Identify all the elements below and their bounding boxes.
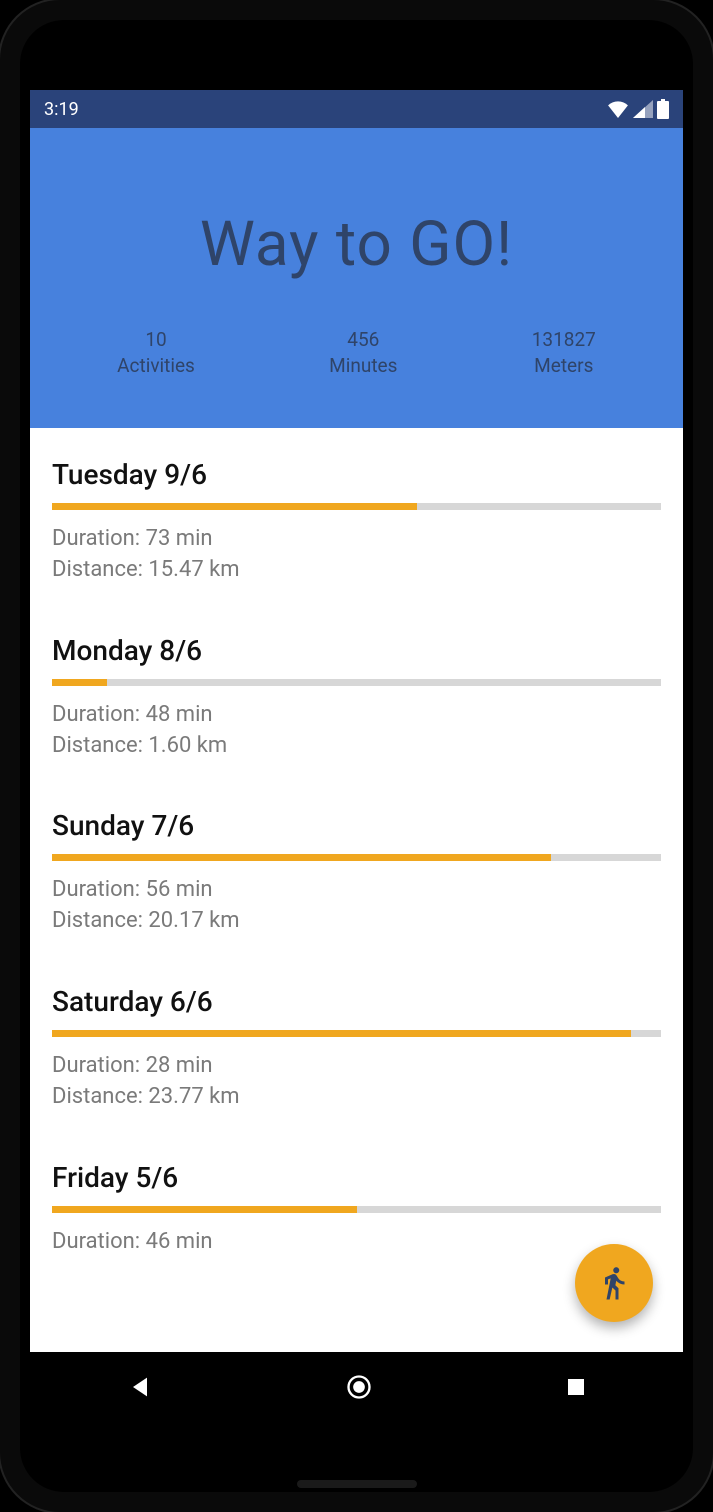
wifi-icon: [607, 100, 629, 118]
cell-signal-icon: [633, 100, 653, 118]
progress-bar: [52, 1030, 661, 1037]
stat-minutes: 456 Minutes: [329, 327, 397, 378]
activity-item[interactable]: Saturday 6/6 Duration: 28 min Distance: …: [52, 955, 661, 1131]
recents-button[interactable]: [564, 1375, 588, 1399]
activity-meta: Duration: 46 min: [52, 1227, 661, 1258]
status-icons: [607, 99, 669, 119]
activity-item[interactable]: Friday 5/6 Duration: 46 min: [52, 1131, 661, 1276]
stat-value: 131827: [532, 327, 596, 353]
stat-meters: 131827 Meters: [532, 327, 596, 378]
system-nav-bar: [30, 1352, 683, 1422]
activity-distance: Distance: 23.77 km: [52, 1082, 661, 1113]
progress-bar: [52, 503, 661, 510]
activity-title: Saturday 6/6: [52, 985, 661, 1018]
activity-duration: Duration: 56 min: [52, 875, 661, 906]
home-button[interactable]: [345, 1373, 373, 1401]
activity-duration: Duration: 48 min: [52, 700, 661, 731]
device-speaker-bottom: [297, 1480, 417, 1488]
activity-distance: Distance: 15.47 km: [52, 555, 661, 586]
activity-distance: Distance: 20.17 km: [52, 906, 661, 937]
status-time: 3:19: [44, 99, 79, 120]
activity-duration: Duration: 46 min: [52, 1227, 661, 1258]
header-title: Way to GO!: [50, 208, 663, 281]
progress-fill: [52, 1030, 631, 1037]
stat-label: Meters: [532, 353, 596, 379]
summary-header: Way to GO! 10 Activities 456 Minutes 131…: [30, 128, 683, 428]
progress-fill: [52, 854, 551, 861]
activity-title: Friday 5/6: [52, 1161, 661, 1194]
activity-distance: Distance: 1.60 km: [52, 731, 661, 762]
progress-fill: [52, 679, 107, 686]
start-activity-fab[interactable]: [575, 1244, 653, 1322]
activity-title: Tuesday 9/6: [52, 458, 661, 491]
activity-meta: Duration: 73 min Distance: 15.47 km: [52, 524, 661, 586]
stat-label: Activities: [117, 353, 195, 379]
activity-title: Sunday 7/6: [52, 809, 661, 842]
activity-duration: Duration: 28 min: [52, 1051, 661, 1082]
stat-activities: 10 Activities: [117, 327, 195, 378]
progress-fill: [52, 503, 417, 510]
progress-fill: [52, 1206, 357, 1213]
stat-label: Minutes: [329, 353, 397, 379]
back-button[interactable]: [126, 1373, 154, 1401]
activity-item[interactable]: Tuesday 9/6 Duration: 73 min Distance: 1…: [52, 428, 661, 604]
battery-icon: [657, 99, 669, 119]
activity-item[interactable]: Sunday 7/6 Duration: 56 min Distance: 20…: [52, 779, 661, 955]
stats-row: 10 Activities 456 Minutes 131827 Meters: [50, 327, 663, 378]
progress-bar: [52, 854, 661, 861]
progress-bar: [52, 679, 661, 686]
stat-value: 456: [329, 327, 397, 353]
stat-value: 10: [117, 327, 195, 353]
activity-meta: Duration: 48 min Distance: 1.60 km: [52, 700, 661, 762]
activity-list[interactable]: Tuesday 9/6 Duration: 73 min Distance: 1…: [30, 428, 683, 1352]
activity-duration: Duration: 73 min: [52, 524, 661, 555]
run-icon: [596, 1265, 632, 1301]
activity-meta: Duration: 28 min Distance: 23.77 km: [52, 1051, 661, 1113]
screen: 3:19 Way to GO! 10 Activities 456: [30, 90, 683, 1422]
status-bar: 3:19: [30, 90, 683, 128]
progress-bar: [52, 1206, 661, 1213]
device-frame: 3:19 Way to GO! 10 Activities 456: [0, 0, 713, 1512]
activity-item[interactable]: Monday 8/6 Duration: 48 min Distance: 1.…: [52, 604, 661, 780]
activity-meta: Duration: 56 min Distance: 20.17 km: [52, 875, 661, 937]
activity-title: Monday 8/6: [52, 634, 661, 667]
